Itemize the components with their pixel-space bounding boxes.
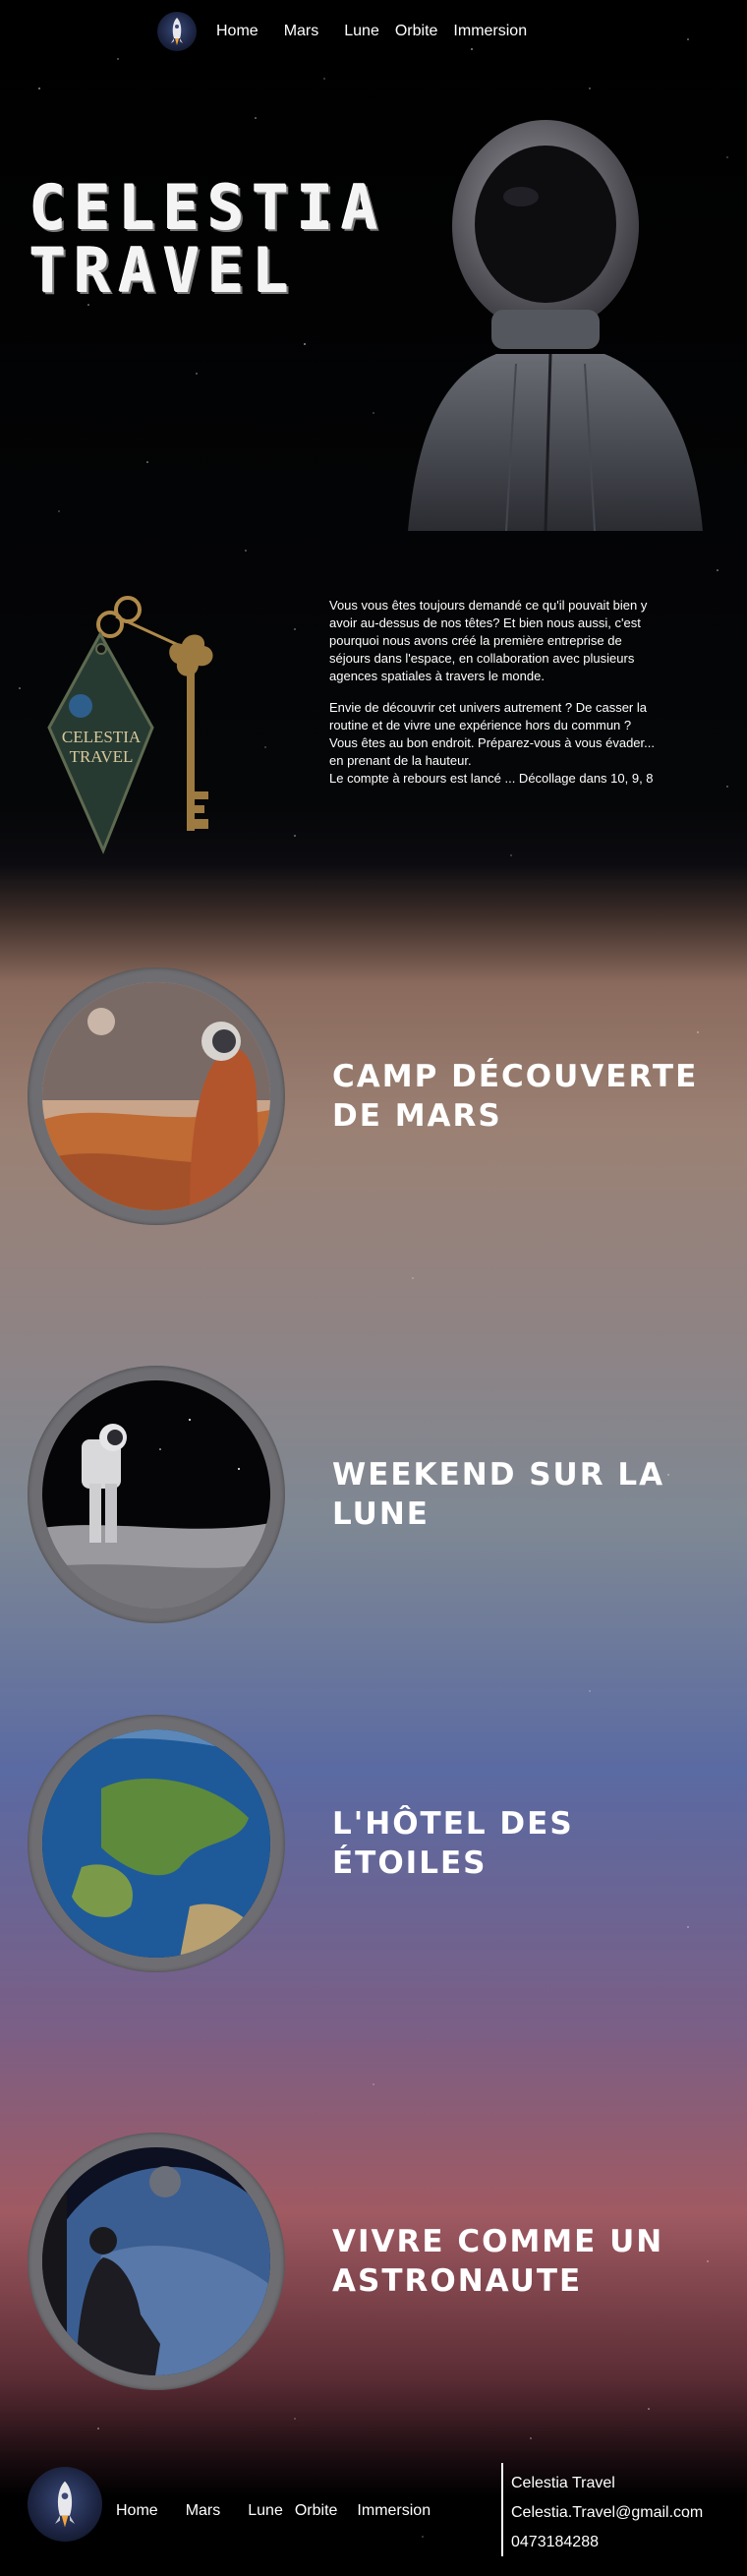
intro-text: Vous vous êtes toujours demandé ce qu'il… [329,597,718,801]
footer: Home Mars Lune Orbite Immersion Celestia… [0,2463,747,2561]
footer-divider [501,2463,503,2556]
offer-mars-image [42,982,270,1210]
intro-p1-line: séjours dans l'espace, en collaboration … [329,651,635,666]
offer-mars-card[interactable]: CAMP DÉCOUVERTE DE MARS [28,964,716,1229]
keychain-image: CELESTIA TRAVEL [47,596,213,854]
intro-paragraph-2: Envie de découvrir cet univers autrement… [329,699,718,788]
hero-title: CELESTIA TRAVEL [29,177,386,303]
footer-email[interactable]: Celestia.Travel@gmail.com [511,2498,703,2528]
offer-astronaute-image [42,2147,270,2375]
offer-lune-title[interactable]: WEEKEND SUR LA LUNE [332,1455,716,1534]
nav-link-orbite[interactable]: Orbite [395,23,438,40]
footer-link-immersion[interactable]: Immersion [357,2502,431,2520]
intro-p1-line: avoir au-dessus de nos têtes? Et bien no… [329,615,641,630]
footer-link-orbite[interactable]: Orbite [295,2502,338,2520]
intro-paragraph-1: Vous vous êtes toujours demandé ce qu'il… [329,597,718,685]
offer-hotel-frame [28,1715,285,1972]
offer-mars-frame [28,967,285,1225]
footer-phone[interactable]: 0473184288 [511,2528,703,2557]
logo-button[interactable] [157,12,197,51]
offer-hotel-title[interactable]: L'HÔTEL DES ÉTOILES [332,1804,716,1883]
keychain-tag-line1: CELESTIA [62,728,142,746]
offer-hotel-image [42,1729,270,1958]
footer-contact: Celestia Travel Celestia.Travel@gmail.co… [511,2469,703,2557]
intro-p2-line: routine et de vivre une expérience hors … [329,718,632,732]
footer-link-home[interactable]: Home [116,2502,158,2520]
intro-p1-line: Vous vous êtes toujours demandé ce qu'il… [329,598,648,613]
offer-lune-frame [28,1366,285,1623]
nav-link-immersion[interactable]: Immersion [453,23,527,40]
rocket-icon [171,18,183,45]
footer-navigation: Home Mars Lune Orbite Immersion [116,2502,431,2520]
nav-link-mars[interactable]: Mars [284,23,319,40]
intro-p1-line: agences spatiales à travers le monde. [329,669,545,683]
astronaut-image [408,120,703,531]
nav-link-home[interactable]: Home [216,23,259,40]
offer-lune-card[interactable]: WEEKEND SUR LA LUNE [28,1362,716,1627]
intro-p2-line: Envie de découvrir cet univers autrement… [329,700,647,715]
intro-p2-line: en prenant de la hauteur. [329,753,472,768]
intro-p2-line: Le compte à rebours est lancé ... Décoll… [329,771,654,786]
hero-title-line2: TRAVEL [29,235,297,307]
keychain-tag-line2: TRAVEL [70,747,134,766]
hero-title-line1: CELESTIA [29,172,386,244]
intro-p2-line: Vous êtes au bon endroit. Préparez-vous … [329,735,655,750]
offer-astronaute-card[interactable]: VIVRE COMME UN ASTRONAUTE [28,2129,716,2394]
top-navigation: Home Mars Lune Orbite Immersion [157,12,552,51]
offer-lune-image [42,1380,270,1609]
footer-link-lune[interactable]: Lune [248,2502,283,2520]
offer-astronaute-title[interactable]: VIVRE COMME UN ASTRONAUTE [332,2222,716,2301]
offer-mars-title[interactable]: CAMP DÉCOUVERTE DE MARS [332,1057,716,1136]
footer-logo-button[interactable] [28,2467,102,2542]
offer-astronaute-frame [28,2133,285,2390]
nav-link-lune[interactable]: Lune [344,23,379,40]
rocket-icon [55,2481,75,2528]
intro-p1-line: pourquoi nous avons créé la première ent… [329,633,622,648]
footer-company-name: Celestia Travel [511,2475,615,2491]
footer-link-mars[interactable]: Mars [186,2502,221,2520]
offer-hotel-card[interactable]: L'HÔTEL DES ÉTOILES [28,1711,716,1976]
